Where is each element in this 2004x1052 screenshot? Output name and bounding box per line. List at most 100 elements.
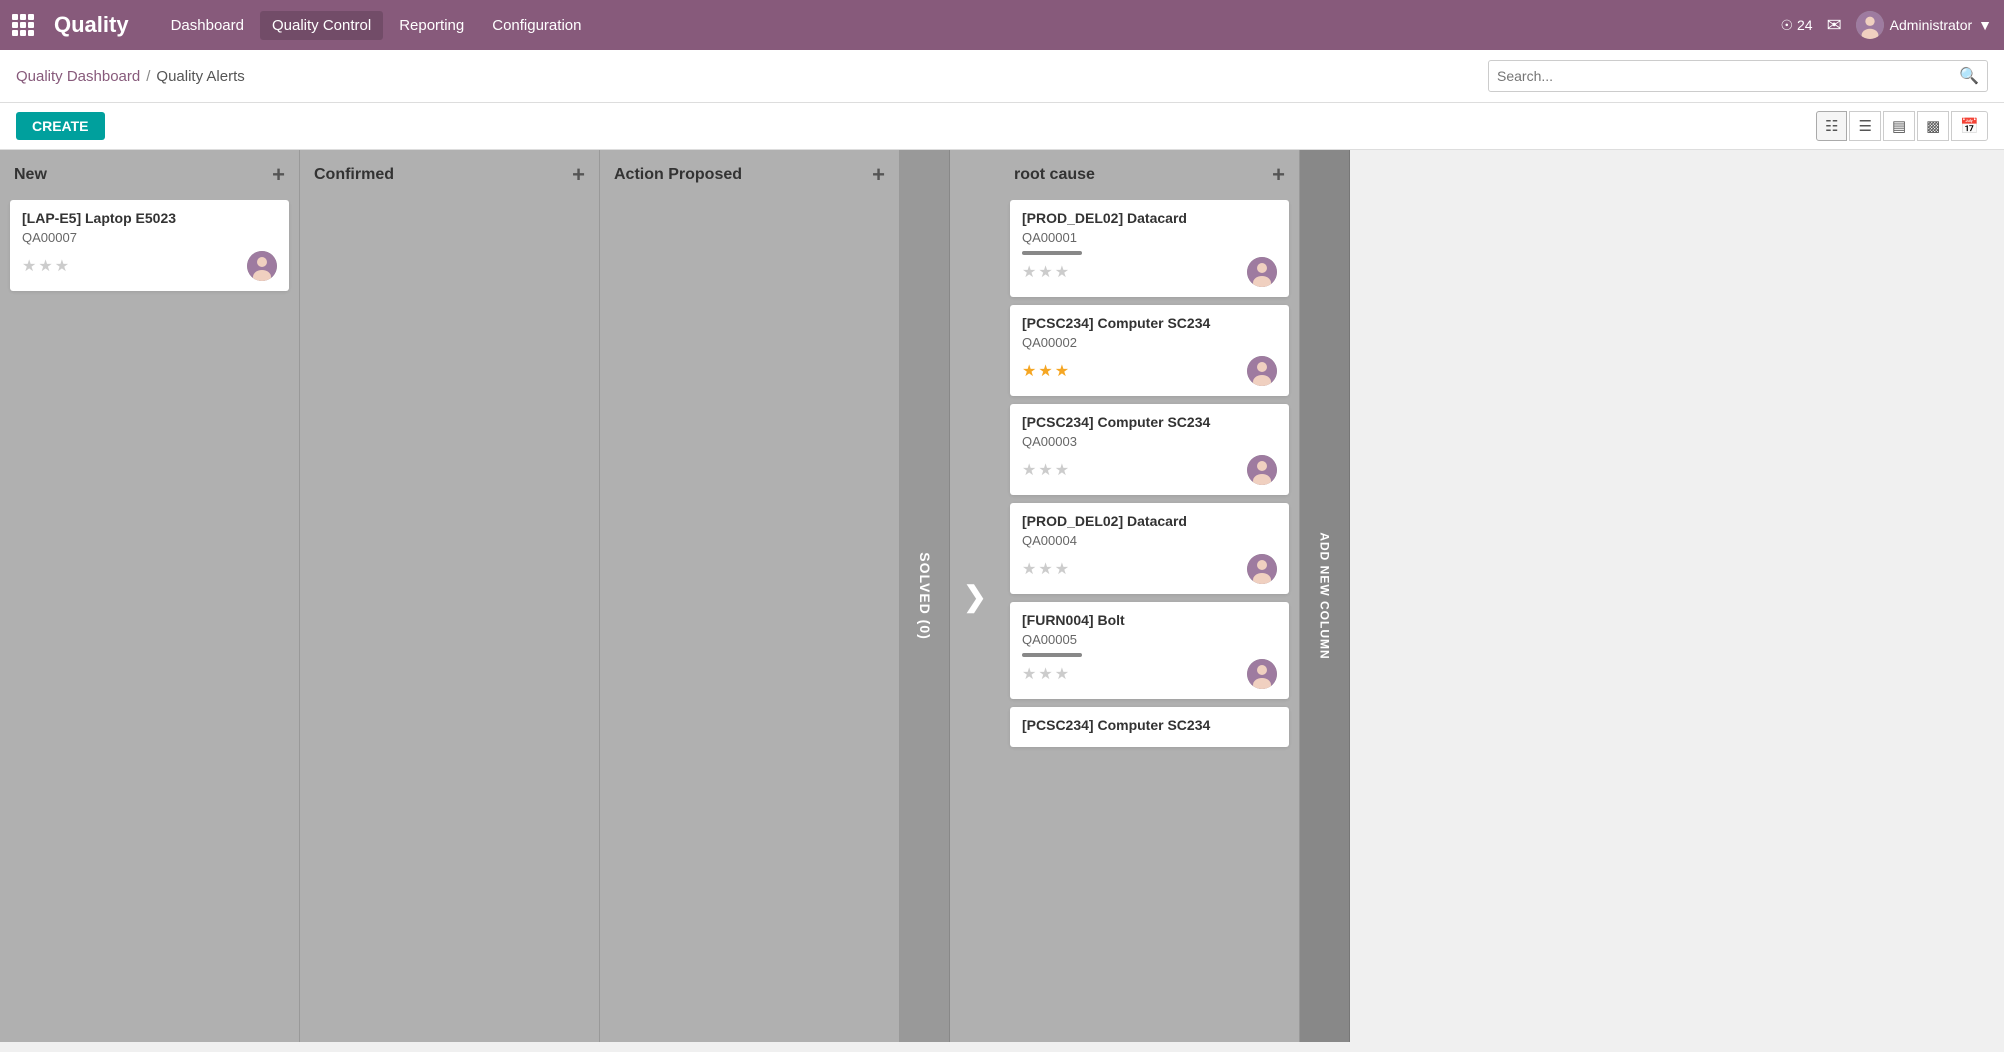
add-column-label: ADD NEW COLUMN	[1318, 532, 1332, 659]
breadcrumb-current: Quality Alerts	[156, 68, 244, 85]
column-root-cause: root cause + [PROD_DEL02] Datacard QA000…	[1000, 150, 1300, 1042]
card-stars[interactable]: ★ ★ ★	[22, 256, 69, 276]
col-header-root-cause: root cause +	[1000, 150, 1299, 200]
add-card-new-button[interactable]: +	[272, 162, 285, 188]
user-menu[interactable]: Administrator ▼	[1856, 11, 1992, 39]
card-avatar	[1247, 554, 1277, 584]
add-card-action-button[interactable]: +	[872, 162, 885, 188]
card-footer: ★ ★ ★	[1022, 356, 1277, 386]
add-card-root-cause-button[interactable]: +	[1272, 162, 1285, 188]
card-title: [PCSC234] Computer SC234	[1022, 717, 1277, 733]
user-dropdown-icon: ▼	[1978, 17, 1992, 33]
card-qa00002[interactable]: [PCSC234] Computer SC234 QA00002 ★ ★ ★	[1010, 305, 1289, 396]
star-1: ★	[1022, 664, 1036, 684]
col-header-confirmed: Confirmed +	[300, 150, 599, 200]
star-1: ★	[22, 256, 36, 276]
col-cards-new: [LAP-E5] Laptop E5023 QA00007 ★ ★ ★	[0, 200, 299, 1042]
notification-count[interactable]: ☉ 24	[1781, 17, 1813, 34]
column-confirmed: Confirmed +	[300, 150, 600, 1042]
view-chart-button[interactable]: ▩	[1917, 111, 1949, 141]
card-footer: ★ ★ ★	[1022, 455, 1277, 485]
card-title: [PCSC234] Computer SC234	[1022, 414, 1277, 430]
card-stars[interactable]: ★ ★ ★	[1022, 361, 1069, 381]
col-header-new: New +	[0, 150, 299, 200]
card-stars[interactable]: ★ ★ ★	[1022, 664, 1069, 684]
card-id: QA00005	[1022, 632, 1277, 647]
view-grid-button[interactable]: ▤	[1883, 111, 1915, 141]
app-grid-icon[interactable]	[12, 14, 34, 36]
star-2: ★	[1038, 361, 1052, 381]
col-cards-root-cause: [PROD_DEL02] Datacard QA00001 ★ ★ ★	[1000, 200, 1299, 1042]
breadcrumb-link[interactable]: Quality Dashboard	[16, 68, 140, 85]
card-progress-bar	[1022, 653, 1082, 657]
create-button[interactable]: CREATE	[16, 112, 105, 140]
card-qa00006[interactable]: [PCSC234] Computer SC234	[1010, 707, 1289, 747]
arrow-right-icon: ❯	[963, 580, 986, 613]
view-calendar-button[interactable]: 📅	[1951, 111, 1988, 141]
message-icon[interactable]: ✉	[1827, 15, 1842, 36]
card-footer: ★ ★ ★	[1022, 257, 1277, 287]
card-qa00004[interactable]: [PROD_DEL02] Datacard QA00004 ★ ★ ★	[1010, 503, 1289, 594]
app-brand: Quality	[54, 12, 129, 38]
card-footer: ★ ★ ★	[1022, 554, 1277, 584]
card-qa00003[interactable]: [PCSC234] Computer SC234 QA00003 ★ ★ ★	[1010, 404, 1289, 495]
card-id: QA00004	[1022, 533, 1277, 548]
card-qa00001[interactable]: [PROD_DEL02] Datacard QA00001 ★ ★ ★	[1010, 200, 1289, 297]
card-qa00007[interactable]: [LAP-E5] Laptop E5023 QA00007 ★ ★ ★	[10, 200, 289, 291]
star-1: ★	[1022, 262, 1036, 282]
star-1: ★	[1022, 559, 1036, 579]
card-title: [FURN004] Bolt	[1022, 612, 1277, 628]
card-title: [PCSC234] Computer SC234	[1022, 315, 1277, 331]
card-title: [PROD_DEL02] Datacard	[1022, 513, 1277, 529]
card-avatar	[1247, 455, 1277, 485]
card-id: QA00001	[1022, 230, 1277, 245]
star-3: ★	[55, 256, 69, 276]
search-box: 🔍	[1488, 60, 1988, 92]
solved-label: SOLVED (0)	[917, 552, 933, 640]
star-3: ★	[1055, 460, 1069, 480]
right-area: ☉ 24 ✉ Administrator ▼	[1781, 11, 1992, 39]
nav-reporting[interactable]: Reporting	[387, 11, 476, 40]
user-avatar	[1856, 11, 1884, 39]
column-action-proposed: Action Proposed +	[600, 150, 900, 1042]
card-stars[interactable]: ★ ★ ★	[1022, 460, 1069, 480]
card-footer: ★ ★ ★	[22, 251, 277, 281]
card-id: QA00003	[1022, 434, 1277, 449]
star-1: ★	[1022, 361, 1036, 381]
view-kanban-button[interactable]: ☷	[1816, 111, 1847, 141]
search-icon: 🔍	[1959, 66, 1979, 86]
scroll-right-button[interactable]: ❯	[950, 150, 1000, 1042]
breadcrumb-separator: /	[146, 68, 150, 85]
nav-configuration[interactable]: Configuration	[480, 11, 593, 40]
col-title-new: New	[14, 166, 47, 184]
col-cards-action-proposed	[600, 200, 899, 1042]
card-qa00005[interactable]: [FURN004] Bolt QA00005 ★ ★ ★	[1010, 602, 1289, 699]
nav-dashboard[interactable]: Dashboard	[159, 11, 256, 40]
view-list-button[interactable]: ☰	[1849, 111, 1880, 141]
breadcrumb: Quality Dashboard / Quality Alerts	[16, 68, 245, 85]
card-stars[interactable]: ★ ★ ★	[1022, 559, 1069, 579]
card-avatar	[247, 251, 277, 281]
card-id: QA00002	[1022, 335, 1277, 350]
card-stars[interactable]: ★ ★ ★	[1022, 262, 1069, 282]
card-footer: ★ ★ ★	[1022, 659, 1277, 689]
user-name: Administrator	[1890, 17, 1972, 33]
add-card-confirmed-button[interactable]: +	[572, 162, 585, 188]
column-solved[interactable]: SOLVED (0)	[900, 150, 950, 1042]
star-2: ★	[1038, 460, 1052, 480]
col-header-action-proposed: Action Proposed +	[600, 150, 899, 200]
card-id: QA00007	[22, 230, 277, 245]
col-title-root-cause: root cause	[1014, 166, 1095, 184]
add-new-column-button[interactable]: ADD NEW COLUMN	[1300, 150, 1350, 1042]
star-3: ★	[1055, 361, 1069, 381]
col-title-confirmed: Confirmed	[314, 166, 394, 184]
col-cards-confirmed	[300, 200, 599, 1042]
star-3: ★	[1055, 559, 1069, 579]
nav-quality-control[interactable]: Quality Control	[260, 11, 383, 40]
search-input[interactable]	[1497, 68, 1959, 84]
card-avatar	[1247, 659, 1277, 689]
nav-links: Dashboard Quality Control Reporting Conf…	[159, 11, 1761, 40]
star-2: ★	[1038, 664, 1052, 684]
card-title: [LAP-E5] Laptop E5023	[22, 210, 277, 226]
star-3: ★	[1055, 262, 1069, 282]
